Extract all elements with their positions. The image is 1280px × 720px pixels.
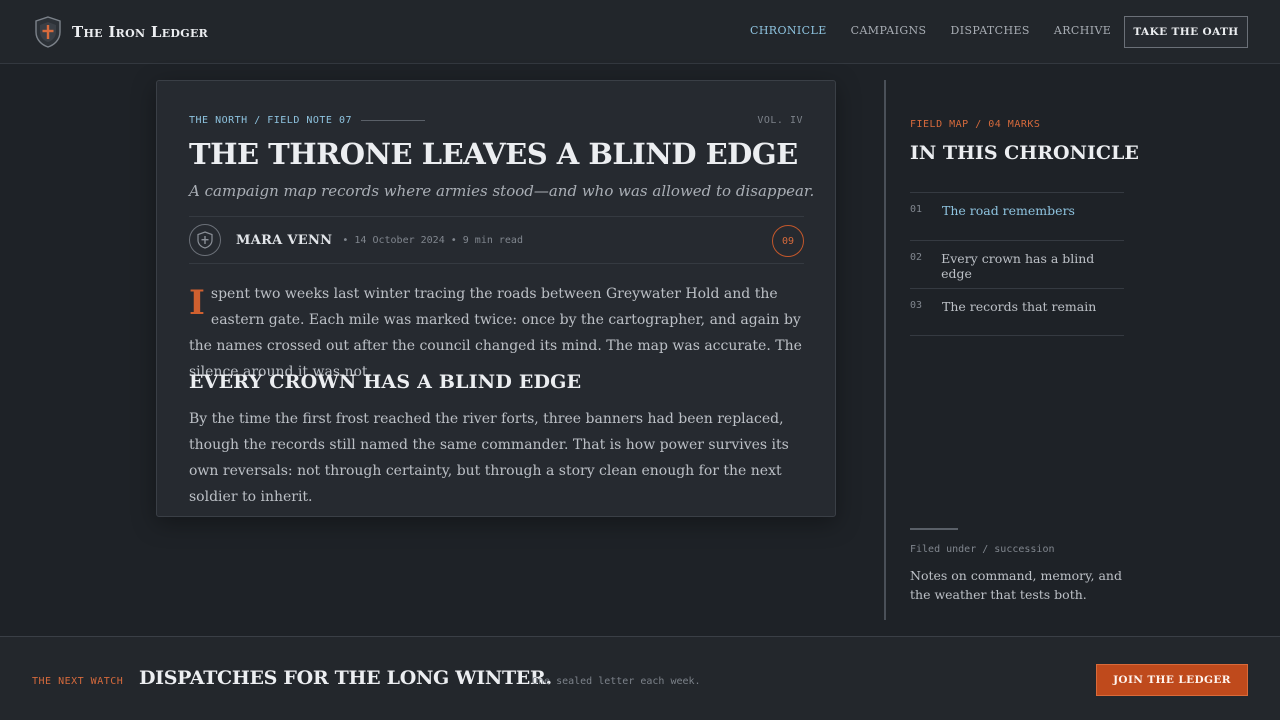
author-name[interactable]: MARA VENN (236, 233, 332, 248)
footer-title: DISPATCHES FOR THE LONG WINTER. (139, 667, 552, 689)
sidebar-title: IN THIS CHRONICLE (910, 142, 1139, 164)
breadcrumb-divider (361, 120, 426, 121)
shield-cross-icon (35, 16, 61, 48)
newsletter-footer-bar: THE NEXT WATCH DISPATCHES FOR THE LONG W… (0, 636, 1280, 720)
toc-label: The road remembers (942, 203, 1075, 218)
toc-number: 01 (910, 204, 923, 215)
toc-number: 03 (910, 300, 923, 311)
article-dek: A campaign map records where armies stoo… (189, 182, 815, 200)
breadcrumb-text[interactable]: THE NORTH / FIELD NOTE 07 (189, 115, 352, 126)
table-of-contents: 01 The road remembers 02 Every crown has… (910, 192, 1124, 336)
brand-logo-link[interactable]: The Iron Ledger (34, 16, 208, 48)
nav-item-archive[interactable]: ARCHIVE (1054, 24, 1111, 37)
footer-kicker: THE NEXT WATCH (32, 676, 124, 687)
article-meta: • 14 October 2024 • 9 min read (342, 234, 523, 246)
toc-item-blind-edge[interactable]: 02 Every crown has a blind edge (910, 240, 1124, 288)
volume-label: VOL. IV (757, 115, 803, 126)
article-subheading: EVERY CROWN HAS A BLIND EDGE (189, 371, 582, 393)
filed-under-label: Filed under / succession (910, 544, 1055, 555)
top-navigation-bar: The Iron Ledger CHRONICLE CAMPAIGNS DISP… (0, 0, 1280, 64)
sidebar-divider (884, 80, 886, 620)
join-the-ledger-button[interactable]: JOIN THE LEDGER (1096, 664, 1248, 696)
footer-subtitle: One sealed letter each week. (532, 676, 701, 687)
toc-label: Every crown has a blind edge (941, 251, 1095, 281)
byline: MARA VENN • 14 October 2024 • 9 min read… (189, 216, 804, 264)
toc-item-records-remain[interactable]: 03 The records that remain (910, 288, 1124, 336)
paragraph-text: spent two weeks last winter tracing the … (189, 286, 802, 380)
article-paragraph-2: By the time the first frost reached the … (189, 411, 789, 505)
sidebar-short-rule (910, 528, 958, 530)
toc-label: The records that remain (942, 299, 1097, 314)
take-the-oath-button[interactable]: TAKE THE OATH (1124, 16, 1248, 48)
brand-name: The Iron Ledger (72, 23, 209, 41)
article-headline: THE THRONE LEAVES A BLIND EDGE (189, 137, 798, 171)
nav-item-dispatches[interactable]: DISPATCHES (951, 24, 1030, 37)
count-badge[interactable]: 09 (772, 225, 804, 257)
article-card: THE NORTH / FIELD NOTE 07 VOL. IV THE TH… (156, 80, 836, 517)
sidebar-note: Notes on command, memory, and the weathe… (910, 568, 1122, 602)
nav-item-campaigns[interactable]: CAMPAIGNS (851, 24, 927, 37)
main-nav: CHRONICLE CAMPAIGNS DISPATCHES ARCHIVE (750, 24, 1135, 37)
sidebar-kicker: FIELD MAP / 04 MARKS (910, 119, 1041, 130)
toc-item-road-remembers[interactable]: 01 The road remembers (910, 192, 1124, 240)
nav-item-chronicle[interactable]: CHRONICLE (750, 24, 827, 37)
toc-number: 02 (910, 252, 923, 263)
breadcrumb: THE NORTH / FIELD NOTE 07 (189, 115, 426, 126)
shield-cross-icon (197, 231, 213, 249)
avatar[interactable] (189, 224, 221, 256)
article-paragraph: Ispent two weeks last winter tracing the… (189, 281, 809, 385)
drop-cap: I (189, 283, 205, 323)
